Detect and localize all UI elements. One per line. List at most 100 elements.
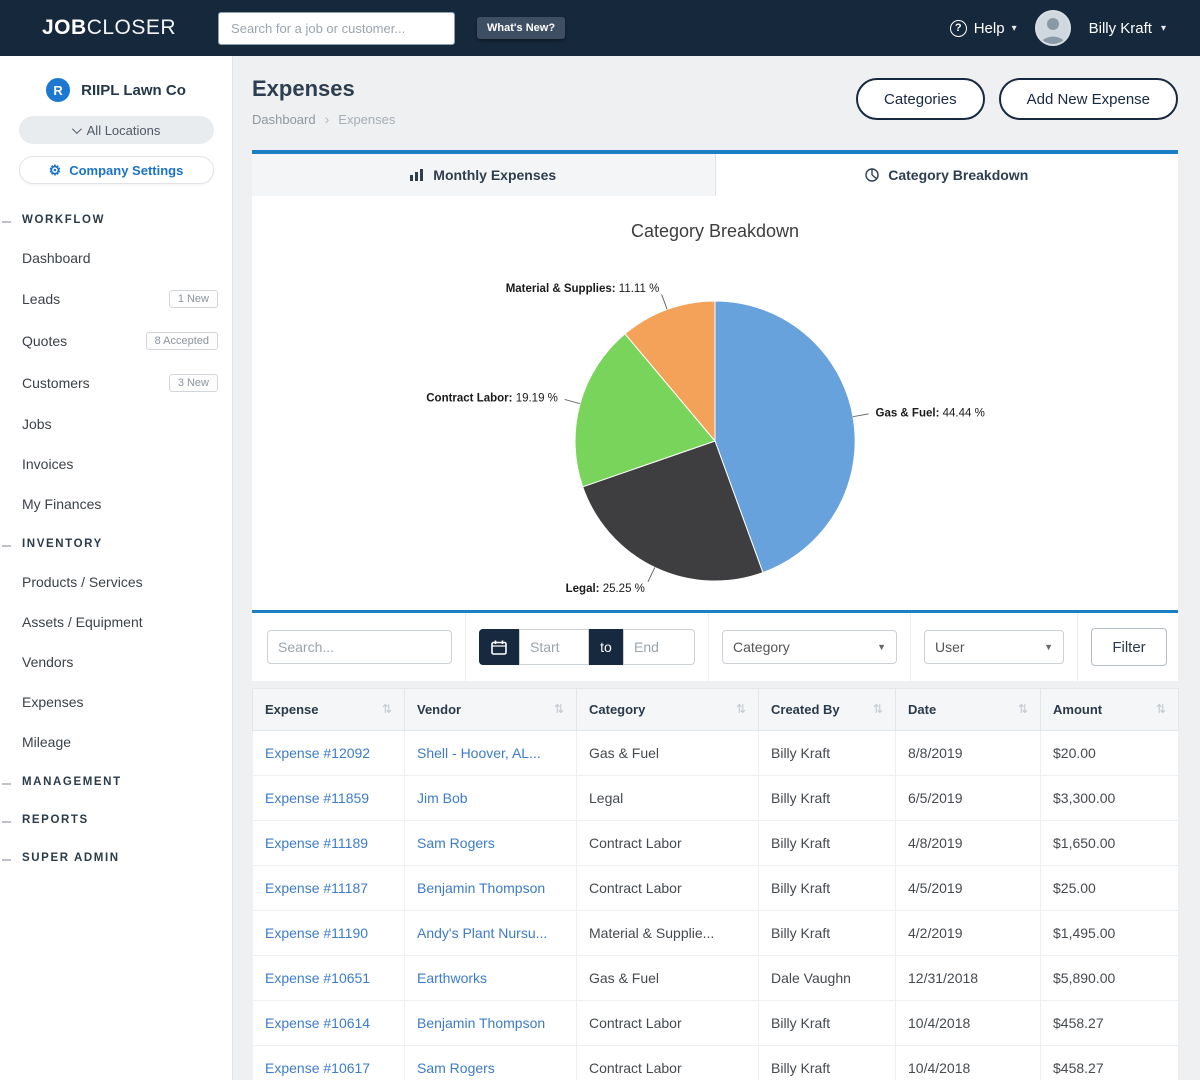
end-date-input[interactable] xyxy=(623,629,695,665)
column-header-expense[interactable]: ⇅Expense xyxy=(253,689,405,731)
sidebar-item-label: Products / Services xyxy=(22,574,143,590)
vendor-link[interactable]: Sam Rogers xyxy=(405,821,577,866)
column-header-category[interactable]: ⇅Category xyxy=(577,689,759,731)
add-new-expense-button[interactable]: Add New Expense xyxy=(999,78,1178,120)
sidebar-item-vendors[interactable]: Vendors xyxy=(0,642,232,682)
vendor-link[interactable]: Jim Bob xyxy=(405,776,577,821)
sort-icon: ⇅ xyxy=(554,702,564,716)
expense-link[interactable]: Expense #11190 xyxy=(253,911,405,956)
column-header-vendor[interactable]: ⇅ Vendor xyxy=(405,689,577,731)
expense-search-input[interactable] xyxy=(267,630,452,664)
app-logo[interactable]: JOBCLOSER xyxy=(42,16,176,40)
sidebar-item-products-services[interactable]: Products / Services xyxy=(0,562,232,602)
expense-link[interactable]: Expense #10614 xyxy=(253,1001,405,1046)
cell-date: 4/5/2019 xyxy=(896,866,1041,911)
expense-link[interactable]: Expense #12092 xyxy=(253,731,405,776)
locations-dropdown[interactable]: All Locations xyxy=(19,116,214,144)
cell-category: Contract Labor xyxy=(577,866,759,911)
expense-link[interactable]: Expense #10651 xyxy=(253,956,405,1001)
column-header-created-by[interactable]: ⇅Created By xyxy=(759,689,896,731)
sidebar-section-inventory[interactable]: INVENTORY xyxy=(0,524,232,562)
breadcrumb-link-dashboard[interactable]: Dashboard xyxy=(252,112,316,127)
column-label: Date xyxy=(908,702,936,717)
vendor-link[interactable]: Benjamin Thompson xyxy=(405,866,577,911)
cell-created-by: Billy Kraft xyxy=(759,731,896,776)
user-menu[interactable]: Billy Kraft ▾ xyxy=(1089,20,1166,37)
chart-card: Category Breakdown Gas & Fuel: 44.44 %Le… xyxy=(252,196,1178,610)
breadcrumb-current: Expenses xyxy=(338,112,395,127)
tab-label: Category Breakdown xyxy=(888,167,1028,183)
sidebar-section-reports[interactable]: REPORTS xyxy=(0,800,232,838)
category-select[interactable]: Category ▼ xyxy=(722,630,897,664)
help-menu[interactable]: ? Help ▾ xyxy=(950,20,1017,37)
cell-amount: $458.27 xyxy=(1041,1001,1179,1046)
tab-monthly-expenses[interactable]: Monthly Expenses xyxy=(252,154,716,196)
sidebar-item-label: My Finances xyxy=(22,496,101,512)
vendor-link[interactable]: Earthworks xyxy=(405,956,577,1001)
filter-button[interactable]: Filter xyxy=(1091,628,1167,666)
cell-amount: $3,300.00 xyxy=(1041,776,1179,821)
cell-created-by: Billy Kraft xyxy=(759,911,896,956)
sidebar-item-label: Dashboard xyxy=(22,250,91,266)
sidebar-section-workflow[interactable]: WORKFLOW xyxy=(0,200,232,238)
expense-link[interactable]: Expense #11189 xyxy=(253,821,405,866)
tab-label: Monthly Expenses xyxy=(433,167,556,183)
sidebar-section-management[interactable]: MANAGEMENT xyxy=(0,762,232,800)
help-icon: ? xyxy=(950,20,967,37)
vendor-link[interactable]: Sam Rogers xyxy=(405,1046,577,1080)
vendor-link[interactable]: Benjamin Thompson xyxy=(405,1001,577,1046)
vendor-link[interactable]: Andy's Plant Nursu... xyxy=(405,911,577,956)
user-name: Billy Kraft xyxy=(1089,20,1152,37)
count-badge: 8 Accepted xyxy=(146,332,218,350)
sidebar-item-leads[interactable]: Leads1 New xyxy=(0,278,232,320)
pie-label-line xyxy=(853,414,869,417)
global-search-input[interactable] xyxy=(218,12,455,45)
sidebar-item-label: Quotes xyxy=(22,333,67,349)
column-header-date[interactable]: ⇅Date xyxy=(896,689,1041,731)
pie-chart-icon xyxy=(865,168,879,182)
column-label: Vendor xyxy=(417,702,461,717)
sidebar-item-dashboard[interactable]: Dashboard xyxy=(0,238,232,278)
user-select[interactable]: User ▼ xyxy=(924,630,1064,664)
sidebar-item-quotes[interactable]: Quotes 8 Accepted xyxy=(0,320,232,362)
column-label: Expense xyxy=(265,702,318,717)
categories-button[interactable]: Categories xyxy=(856,78,985,120)
pie-label-line xyxy=(648,567,655,581)
breadcrumb-separator-icon: › xyxy=(325,111,330,127)
cell-amount: $20.00 xyxy=(1041,731,1179,776)
cell-date: 6/5/2019 xyxy=(896,776,1041,821)
user-select-value: User xyxy=(935,639,965,655)
sidebar-item-label: Assets / Equipment xyxy=(22,614,143,630)
expense-link[interactable]: Expense #11187 xyxy=(253,866,405,911)
sidebar-item-my-finances[interactable]: My Finances xyxy=(0,484,232,524)
tab-category-breakdown[interactable]: Category Breakdown xyxy=(716,154,1179,196)
calendar-button[interactable] xyxy=(479,629,519,665)
user-avatar[interactable] xyxy=(1035,10,1071,46)
sidebar-item-expenses[interactable]: Expenses xyxy=(0,682,232,722)
logo-text-bold: JOB xyxy=(42,16,87,39)
company-settings-button[interactable]: ⚙ Company Settings xyxy=(19,156,214,184)
table-row: Expense #10614Benjamin ThompsonContract … xyxy=(253,1001,1179,1046)
whats-new-button[interactable]: What's New? xyxy=(477,17,565,39)
table-row: Expense #11189Sam RogersContract LaborBi… xyxy=(253,821,1179,866)
chevron-down-icon xyxy=(72,124,82,134)
sidebar-item-assets-equipment[interactable]: Assets / Equipment xyxy=(0,602,232,642)
sidebar-item-invoices[interactable]: Invoices xyxy=(0,444,232,484)
start-date-input[interactable] xyxy=(519,629,589,665)
sidebar-item-jobs[interactable]: Jobs xyxy=(0,404,232,444)
main-content: Expenses Dashboard › Expenses Categories… xyxy=(233,56,1200,1080)
expense-link[interactable]: Expense #11859 xyxy=(253,776,405,821)
column-header-amount[interactable]: ⇅Amount xyxy=(1041,689,1179,731)
sidebar-item-mileage[interactable]: Mileage xyxy=(0,722,232,762)
chevron-down-icon: ▾ xyxy=(1012,23,1017,34)
vendor-link[interactable]: Shell - Hoover, AL... xyxy=(405,731,577,776)
locations-label: All Locations xyxy=(87,123,161,138)
search-filter-group xyxy=(254,613,466,681)
sidebar-item-label: Vendors xyxy=(22,654,73,670)
sidebar-section-super-admin[interactable]: SUPER ADMIN xyxy=(0,838,232,876)
cell-amount: $458.27 xyxy=(1041,1046,1179,1080)
sidebar-item-customers[interactable]: Customers3 New xyxy=(0,362,232,404)
expense-link[interactable]: Expense #10617 xyxy=(253,1046,405,1080)
topbar-right: ? Help ▾ Billy Kraft ▾ xyxy=(950,10,1200,46)
cell-date: 4/8/2019 xyxy=(896,821,1041,866)
